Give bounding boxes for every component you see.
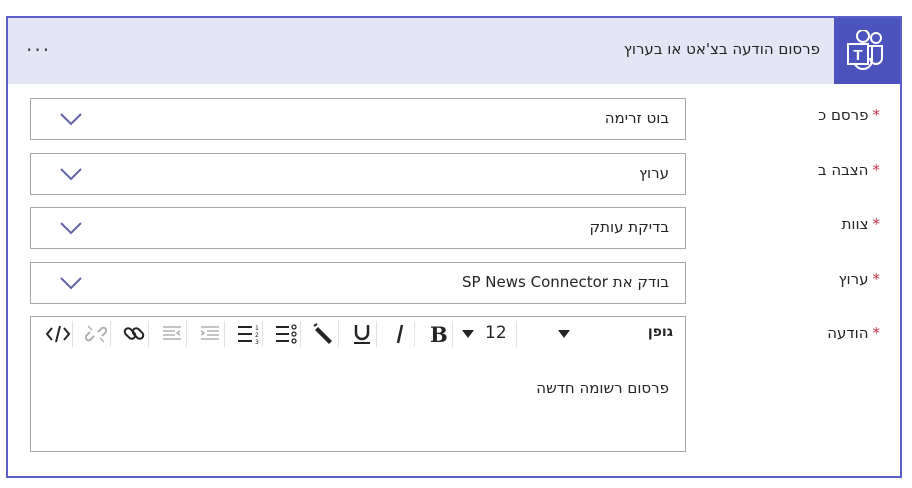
post-in-dropdown[interactable]: ערוץ (30, 153, 686, 195)
channel-value: בודק את SP News Connector (461, 273, 669, 291)
svg-text:2: 2 (255, 332, 259, 339)
teams-icon: T (834, 18, 900, 84)
bold-button[interactable]: B (423, 321, 453, 347)
editor-toolbar: 123 B 12 גופן (31, 317, 685, 351)
message-content[interactable]: פרסום רשומה חדשה (536, 379, 669, 397)
code-icon (45, 325, 70, 343)
svg-text:B: B (430, 323, 448, 345)
numbered-list-button[interactable]: 123 (233, 321, 263, 347)
highlight-button[interactable] (309, 321, 339, 347)
post-in-value: ערוץ (638, 164, 669, 182)
chevron-down-icon (60, 222, 82, 235)
bold-icon: B (430, 323, 448, 345)
field-label-channel: *ערוץ (838, 270, 880, 288)
italic-button[interactable] (385, 321, 415, 347)
chevron-down-icon (60, 277, 82, 290)
bullet-list-button[interactable] (271, 321, 301, 347)
field-label-team: *צוות (841, 215, 880, 233)
font-size-select[interactable]: 12 (455, 321, 517, 347)
align-right-icon (200, 326, 219, 340)
link-button[interactable] (119, 321, 149, 347)
message-editor[interactable]: 123 B 12 גופן פרסום רשומה חדשה (30, 316, 686, 452)
field-label-message: *הודעה (827, 324, 880, 342)
underline-button[interactable] (347, 321, 377, 347)
chevron-down-icon (60, 113, 82, 126)
flow-action-card: ··· פרסום הודעה בצ'אט או בערוץ T *פרסם כ… (6, 16, 902, 478)
decrease-indent-button[interactable] (157, 321, 187, 347)
unlink-icon (84, 325, 107, 343)
font-family-label: גופן (647, 324, 673, 340)
caret-down-icon (558, 330, 570, 338)
card-title: פרסום הודעה בצ'אט או בערוץ (623, 40, 820, 58)
numbered-list-icon: 123 (237, 325, 259, 345)
svg-text:T: T (853, 47, 862, 64)
link-icon (123, 327, 144, 340)
underline-icon (353, 325, 370, 344)
highlight-icon (312, 323, 332, 344)
italic-icon (396, 324, 403, 344)
font-size-value: 12 (485, 323, 507, 343)
team-dropdown[interactable]: בדיקת עותק (30, 207, 686, 249)
channel-dropdown[interactable]: בודק את SP News Connector (30, 262, 686, 304)
more-options-button[interactable]: ··· (26, 38, 51, 62)
team-value: בדיקת עותק (589, 218, 669, 236)
code-view-button[interactable] (43, 321, 73, 347)
align-left-icon (162, 326, 181, 340)
card-header: ··· פרסום הודעה בצ'אט או בערוץ T (8, 18, 900, 84)
caret-down-icon (462, 330, 474, 338)
bullet-list-icon (275, 324, 297, 344)
svg-text:1: 1 (255, 325, 259, 332)
post-as-dropdown[interactable]: בוט זרימה (30, 98, 686, 140)
font-family-select[interactable]: גופן (551, 321, 683, 347)
field-label-post-as: *פרסם כ (818, 106, 880, 124)
increase-indent-button[interactable] (195, 321, 225, 347)
field-label-post-in: *הצבה ב (817, 161, 880, 179)
svg-text:3: 3 (255, 339, 259, 345)
post-as-value: בוט זרימה (604, 109, 669, 127)
unlink-button[interactable] (81, 321, 111, 347)
chevron-down-icon (60, 168, 82, 181)
